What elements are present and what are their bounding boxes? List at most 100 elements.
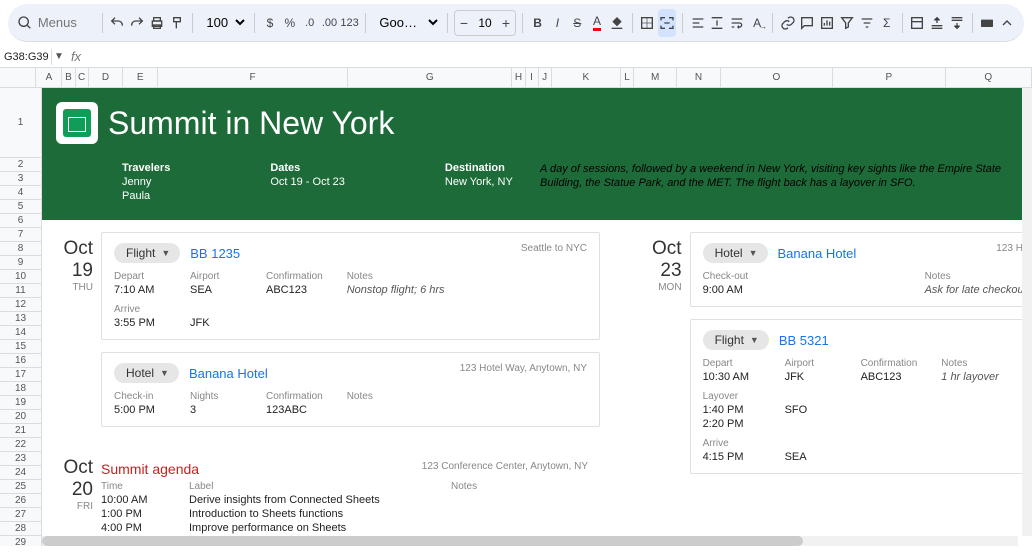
insert-comment-icon[interactable] xyxy=(799,9,817,37)
horizontal-align-icon[interactable] xyxy=(689,9,707,37)
col-header-D[interactable]: D xyxy=(89,68,124,87)
destination-label: Destination xyxy=(445,162,513,174)
row-header-14[interactable]: 14 xyxy=(0,326,41,340)
sheet-content[interactable]: Summit in New York Travelers Jenny Paula… xyxy=(42,88,1032,546)
horizontal-scrollbar[interactable] xyxy=(42,536,1018,546)
undo-icon[interactable] xyxy=(108,9,126,37)
select-all-corner[interactable] xyxy=(0,68,36,87)
row-header-16[interactable]: 16 xyxy=(0,354,41,368)
flight-card-1: Seattle to NYC Flight▼ BB 1235 Depart7:1… xyxy=(101,232,600,340)
row-header-7[interactable]: 7 xyxy=(0,228,41,242)
paint-format-icon[interactable] xyxy=(168,9,186,37)
insert-link-icon[interactable] xyxy=(779,9,797,37)
row-header-27[interactable]: 27 xyxy=(0,508,41,522)
italic-button[interactable]: I xyxy=(548,9,566,37)
row-header-1[interactable]: 1 xyxy=(0,88,41,158)
filter-icon[interactable] xyxy=(838,9,856,37)
row-header-12[interactable]: 12 xyxy=(0,298,41,312)
text-rotation-icon[interactable]: A→ xyxy=(748,9,766,37)
format-currency-button[interactable]: $ xyxy=(261,9,279,37)
col-header-O[interactable]: O xyxy=(721,68,833,87)
row-header-9[interactable]: 9 xyxy=(0,256,41,270)
hotel-chip[interactable]: Hotel▼ xyxy=(114,363,179,383)
font-select[interactable]: Googl... xyxy=(371,12,441,33)
search-icon[interactable] xyxy=(16,9,34,37)
col-header-M[interactable]: M xyxy=(634,68,677,87)
formula-input[interactable] xyxy=(86,49,1032,64)
col-header-G[interactable]: G xyxy=(348,68,512,87)
meta-section: Travelers Jenny Paula Dates Oct 19 - Oct… xyxy=(42,158,1032,220)
format-percent-button[interactable]: % xyxy=(281,9,299,37)
col-header-J[interactable]: J xyxy=(539,68,552,87)
text-wrap-icon[interactable] xyxy=(728,9,746,37)
decrease-decimal-icon[interactable]: .0 xyxy=(301,9,319,37)
hotel-chip-2[interactable]: Hotel▼ xyxy=(703,243,768,263)
row-header-24[interactable]: 24 xyxy=(0,466,41,480)
row-header-11[interactable]: 11 xyxy=(0,284,41,298)
font-size-input[interactable] xyxy=(473,16,497,30)
row-header-8[interactable]: 8 xyxy=(0,242,41,256)
table-icon[interactable] xyxy=(908,9,926,37)
name-box[interactable]: G38:G39 xyxy=(0,49,52,65)
decrease-font-icon[interactable]: − xyxy=(455,11,473,35)
bold-button[interactable]: B xyxy=(529,9,547,37)
menus-search[interactable] xyxy=(36,13,96,32)
col-header-A[interactable]: A xyxy=(36,68,62,87)
col-header-B[interactable]: B xyxy=(62,68,75,87)
col-header-Q[interactable]: Q xyxy=(946,68,1032,87)
row-header-20[interactable]: 20 xyxy=(0,410,41,424)
fill-color-icon[interactable] xyxy=(608,9,626,37)
row-header-26[interactable]: 26 xyxy=(0,494,41,508)
row-headers: 1234567891011121314151617181920212223242… xyxy=(0,88,42,546)
col-header-L[interactable]: L xyxy=(621,68,634,87)
row-header-5[interactable]: 5 xyxy=(0,200,41,214)
col-header-F[interactable]: F xyxy=(158,68,348,87)
col-header-I[interactable]: I xyxy=(526,68,539,87)
filter-views-icon[interactable] xyxy=(858,9,876,37)
row-header-23[interactable]: 23 xyxy=(0,452,41,466)
increase-decimal-icon[interactable]: .00 xyxy=(321,9,339,37)
text-color-icon[interactable]: A xyxy=(588,9,606,37)
row-header-4[interactable]: 4 xyxy=(0,186,41,200)
row-header-15[interactable]: 15 xyxy=(0,340,41,354)
row-header-19[interactable]: 19 xyxy=(0,396,41,410)
zoom-select[interactable]: 100% xyxy=(198,12,248,33)
format-number-button[interactable]: 123 xyxy=(340,9,358,37)
row-header-18[interactable]: 18 xyxy=(0,382,41,396)
vertical-scrollbar[interactable] xyxy=(1022,88,1032,536)
row-header-17[interactable]: 17 xyxy=(0,368,41,382)
row-header-13[interactable]: 13 xyxy=(0,312,41,326)
row-header-21[interactable]: 21 xyxy=(0,424,41,438)
row-header-22[interactable]: 22 xyxy=(0,438,41,452)
row-header-25[interactable]: 25 xyxy=(0,480,41,494)
borders-icon[interactable] xyxy=(638,9,656,37)
row-header-10[interactable]: 10 xyxy=(0,270,41,284)
vertical-align-icon[interactable] xyxy=(709,9,727,37)
col-header-H[interactable]: H xyxy=(512,68,525,87)
strikethrough-button[interactable]: S xyxy=(568,9,586,37)
insert-above-icon[interactable] xyxy=(928,9,946,37)
row-header-6[interactable]: 6 xyxy=(0,214,41,228)
redo-icon[interactable] xyxy=(128,9,146,37)
flight-chip-2[interactable]: Flight▼ xyxy=(703,330,769,350)
col-header-N[interactable]: N xyxy=(677,68,720,87)
col-header-E[interactable]: E xyxy=(123,68,158,87)
keyboard-icon[interactable] xyxy=(978,9,996,37)
col-header-K[interactable]: K xyxy=(552,68,621,87)
row-header-2[interactable]: 2 xyxy=(0,158,41,172)
print-icon[interactable] xyxy=(148,9,166,37)
insert-chart-icon[interactable] xyxy=(818,9,836,37)
insert-below-icon[interactable] xyxy=(948,9,966,37)
collapse-toolbar-icon[interactable] xyxy=(998,9,1016,37)
functions-icon[interactable]: Σ xyxy=(878,9,896,37)
merge-cells-icon[interactable] xyxy=(658,9,676,37)
fx-icon: fx xyxy=(66,49,86,64)
name-box-dropdown-icon[interactable]: ▼ xyxy=(52,51,66,62)
col-header-P[interactable]: P xyxy=(833,68,945,87)
flight-chip[interactable]: Flight▼ xyxy=(114,243,180,263)
increase-font-icon[interactable]: + xyxy=(497,11,515,35)
row-header-28[interactable]: 28 xyxy=(0,522,41,536)
col-header-C[interactable]: C xyxy=(76,68,89,87)
row-header-29[interactable]: 29 xyxy=(0,536,41,546)
row-header-3[interactable]: 3 xyxy=(0,172,41,186)
